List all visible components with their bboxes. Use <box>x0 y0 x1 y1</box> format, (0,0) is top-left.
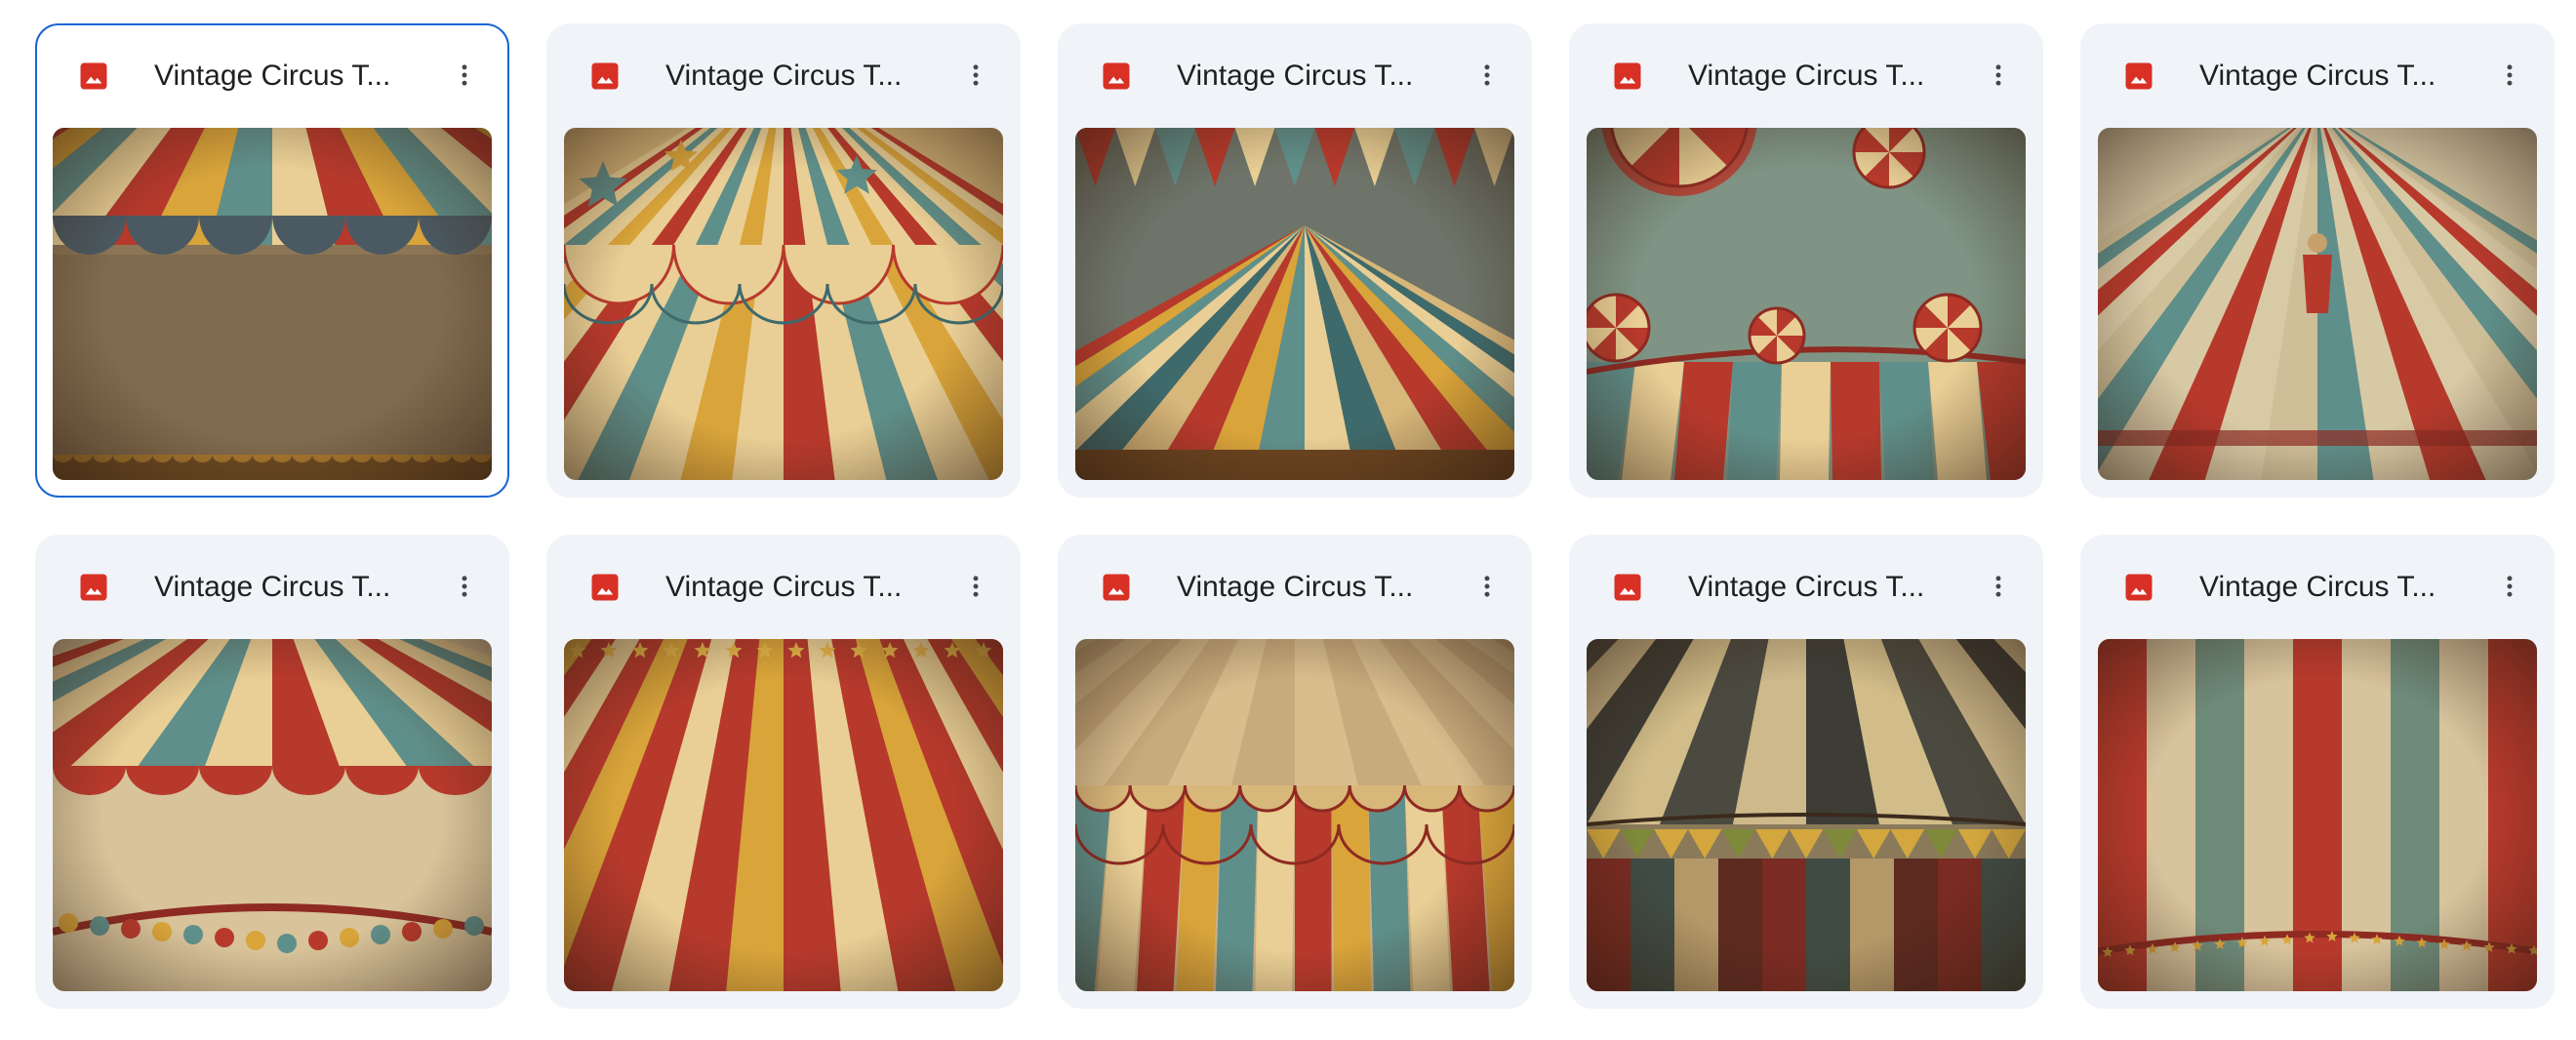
file-title: Vintage Circus T... <box>154 60 391 92</box>
more-actions-button[interactable] <box>2484 50 2535 100</box>
file-thumbnail[interactable] <box>1075 128 1514 480</box>
file-card-header: Vintage Circus T... <box>2080 23 2555 127</box>
image-icon <box>2121 59 2156 94</box>
file-thumbnail[interactable] <box>53 639 492 991</box>
image-icon <box>1099 570 1134 605</box>
file-title: Vintage Circus T... <box>1688 571 1925 603</box>
more-actions-button[interactable] <box>950 50 1001 100</box>
file-card[interactable]: Vintage Circus T... <box>1569 23 2043 498</box>
file-card-header: Vintage Circus T... <box>37 25 507 129</box>
file-card[interactable]: Vintage Circus T... <box>1058 23 1532 498</box>
image-icon <box>2121 570 2156 605</box>
more-actions-button[interactable] <box>439 50 490 100</box>
file-thumbnail[interactable] <box>1587 639 2026 991</box>
file-card[interactable]: Vintage Circus T... <box>1569 535 2043 1009</box>
file-title: Vintage Circus T... <box>2199 60 2436 92</box>
more-actions-button[interactable] <box>439 561 490 612</box>
file-card-header: Vintage Circus T... <box>546 23 1021 127</box>
file-title: Vintage Circus T... <box>665 571 903 603</box>
file-title: Vintage Circus T... <box>154 571 391 603</box>
file-card-header: Vintage Circus T... <box>1569 23 2043 127</box>
more-actions-button[interactable] <box>1973 50 2024 100</box>
file-thumbnail[interactable] <box>564 128 1003 480</box>
file-title: Vintage Circus T... <box>1688 60 1925 92</box>
file-card-header: Vintage Circus T... <box>35 535 509 638</box>
file-card-header: Vintage Circus T... <box>2080 535 2555 638</box>
file-card-header: Vintage Circus T... <box>1058 535 1532 638</box>
file-card[interactable]: Vintage Circus T... <box>2080 23 2555 498</box>
more-actions-button[interactable] <box>1462 561 1512 612</box>
file-thumbnail[interactable] <box>564 639 1003 991</box>
image-icon <box>587 570 623 605</box>
image-icon <box>76 59 111 94</box>
file-title: Vintage Circus T... <box>2199 571 2436 603</box>
file-thumbnail[interactable] <box>2098 639 2537 991</box>
file-card[interactable]: Vintage Circus T... <box>546 23 1021 498</box>
file-title: Vintage Circus T... <box>1177 60 1414 92</box>
more-actions-button[interactable] <box>2484 561 2535 612</box>
file-card[interactable]: Vintage Circus T... <box>1058 535 1532 1009</box>
more-actions-button[interactable] <box>1462 50 1512 100</box>
file-thumbnail[interactable] <box>2098 128 2537 480</box>
image-icon <box>1610 59 1645 94</box>
file-card[interactable]: Vintage Circus T... <box>546 535 1021 1009</box>
file-thumbnail[interactable] <box>53 128 492 480</box>
file-card-header: Vintage Circus T... <box>546 535 1021 638</box>
file-card[interactable]: Vintage Circus T... <box>35 23 509 498</box>
image-icon <box>1610 570 1645 605</box>
file-title: Vintage Circus T... <box>1177 571 1414 603</box>
file-thumbnail[interactable] <box>1075 639 1514 991</box>
more-actions-button[interactable] <box>950 561 1001 612</box>
file-card[interactable]: Vintage Circus T... <box>35 535 509 1009</box>
file-thumbnail[interactable] <box>1587 128 2026 480</box>
file-card-header: Vintage Circus T... <box>1058 23 1532 127</box>
file-card-header: Vintage Circus T... <box>1569 535 2043 638</box>
image-icon <box>587 59 623 94</box>
more-actions-button[interactable] <box>1973 561 2024 612</box>
file-card[interactable]: Vintage Circus T... <box>2080 535 2555 1009</box>
file-grid: Vintage Circus T... Vintage Circus T... … <box>35 23 2555 1009</box>
file-title: Vintage Circus T... <box>665 60 903 92</box>
image-icon <box>76 570 111 605</box>
image-icon <box>1099 59 1134 94</box>
